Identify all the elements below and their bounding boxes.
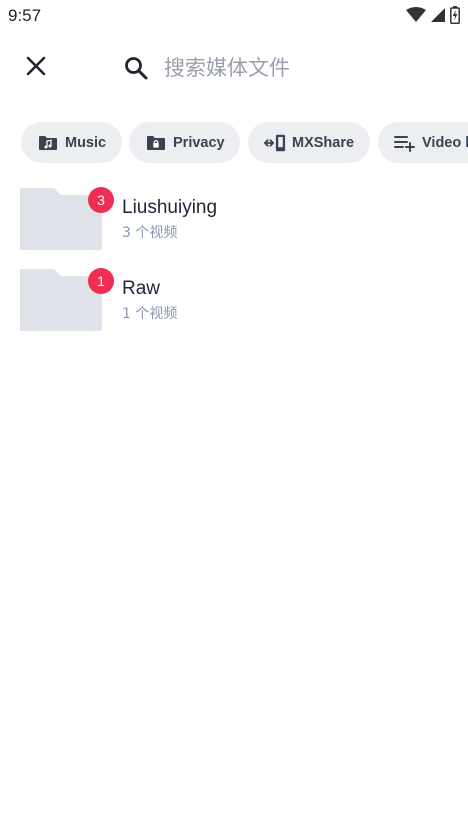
category-chips: Music Privacy MXShare Video l — [0, 122, 468, 164]
new-count-badge: 3 — [88, 187, 114, 213]
wifi-icon — [406, 7, 426, 23]
search-header — [0, 40, 468, 96]
chip-video-playlist[interactable]: Video l — [378, 122, 468, 163]
search-input[interactable] — [164, 48, 454, 88]
status-icons — [406, 6, 460, 24]
close-button[interactable] — [18, 50, 54, 86]
playlist-add-icon — [394, 132, 416, 154]
close-icon — [26, 56, 46, 81]
share-transfer-icon — [264, 132, 286, 154]
search-icon — [118, 50, 154, 86]
folder-name: Liushuiying — [122, 197, 218, 218]
chip-label: Music — [65, 134, 107, 151]
chip-mxshare[interactable]: MXShare — [248, 122, 370, 163]
chip-music[interactable]: Music — [21, 122, 122, 163]
chip-label: Video l — [422, 134, 468, 151]
battery-icon — [450, 6, 460, 24]
status-time: 9:57 — [8, 6, 42, 25]
folder-video-count: 3 个视频 — [122, 225, 178, 241]
folder-video-count: 1 个视频 — [122, 306, 178, 322]
status-bar: 9:57 — [0, 0, 468, 32]
lock-folder-icon — [145, 132, 167, 154]
folder-name: Raw — [122, 278, 161, 299]
new-count-badge: 1 — [88, 268, 114, 294]
folder-row-raw[interactable]: 1 Raw 1 个视频 — [0, 261, 468, 341]
music-folder-icon — [37, 132, 59, 154]
chip-label: MXShare — [292, 134, 355, 151]
chip-privacy[interactable]: Privacy — [129, 122, 240, 163]
folder-row-liushuiying[interactable]: 3 Liushuiying 3 个视频 — [0, 180, 468, 260]
chip-label: Privacy — [173, 134, 225, 151]
cell-signal-icon — [430, 7, 446, 23]
